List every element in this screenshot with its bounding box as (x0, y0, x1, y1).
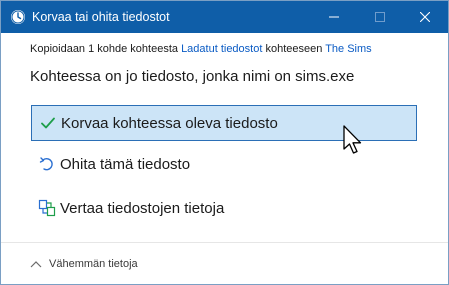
checkmark-icon (38, 113, 58, 133)
clock-icon (10, 9, 26, 25)
close-icon (420, 12, 430, 22)
window-title: Korvaa tai ohita tiedostot (32, 10, 170, 24)
skip-arrow-icon (37, 154, 57, 174)
compare-files-label: Vertaa tiedostojen tietoja (60, 199, 225, 217)
copy-conflict-dialog: Korvaa tai ohita tiedostot Kopioidaan 1 … (0, 0, 449, 285)
conflict-message: Kohteessa on jo tiedosto, jonka nimi on … (30, 68, 355, 85)
skip-file-label: Ohita tämä tiedosto (60, 155, 191, 173)
chevron-up-icon (30, 259, 42, 269)
copy-info-prefix: Kopioidaan 1 kohde kohteesta (30, 43, 182, 55)
replace-file-label: Korvaa kohteessa oleva tiedosto (61, 114, 278, 132)
minimize-button[interactable] (311, 1, 357, 33)
mouse-pointer-icon (342, 125, 364, 157)
close-button[interactable] (402, 1, 448, 33)
maximize-button (357, 1, 403, 33)
source-folder-link[interactable]: Ladatut tiedostot (181, 43, 262, 55)
maximize-icon (375, 12, 385, 22)
compare-files-option[interactable]: Vertaa tiedostojen tietoja (31, 190, 417, 226)
fewer-details-label: Vähemmän tietoja (49, 258, 138, 270)
dialog-footer: Vähemmän tietoja (1, 243, 448, 284)
destination-folder-link[interactable]: The Sims (325, 43, 371, 55)
copy-info-line: Kopioidaan 1 kohde kohteesta Ladatut tie… (30, 43, 372, 55)
copy-info-middle: kohteeseen (262, 43, 326, 55)
compare-icon (37, 198, 57, 218)
minimize-icon (329, 16, 339, 18)
fewer-details-button[interactable]: Vähemmän tietoja (30, 256, 138, 272)
title-bar[interactable]: Korvaa tai ohita tiedostot (1, 1, 448, 33)
